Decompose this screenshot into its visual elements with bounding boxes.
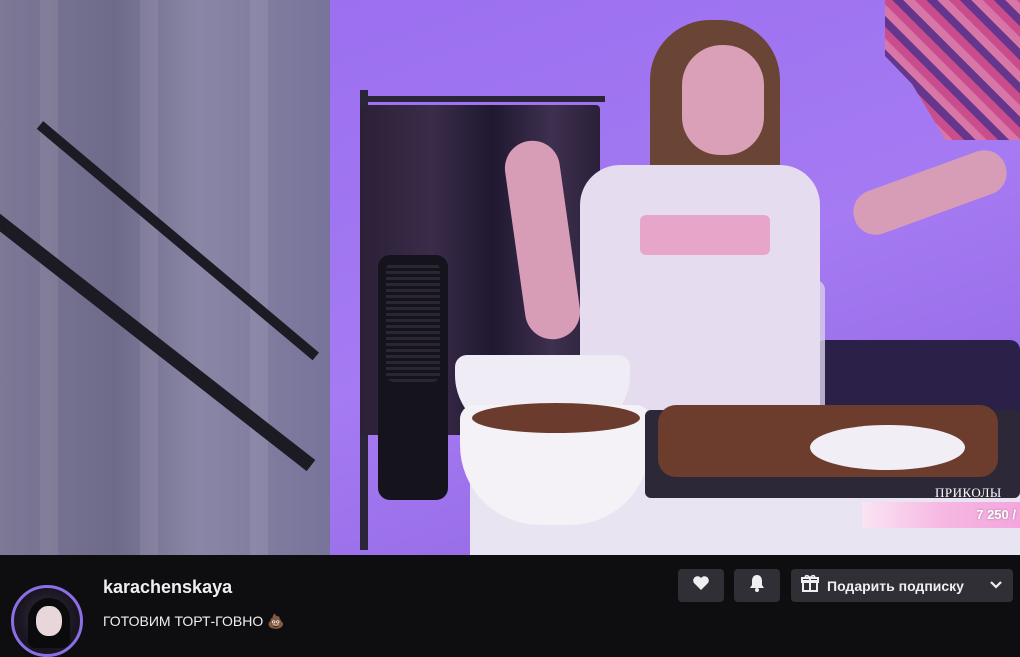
streamer-face [682,45,764,155]
cream-frosting [810,425,965,470]
gift-subscription-label: Подарить подписку [827,577,964,594]
microphone-grille [386,262,440,382]
goal-overlay-bar: 7 250 / [862,502,1020,528]
channel-info-bar: karachenskaya ГОТОВИМ ТОРТ-ГОВНО 💩 Подар… [0,555,1020,657]
bell-icon [749,574,765,597]
bowl-chocolate-batter [472,403,640,433]
video-player[interactable]: ПРИКОЛЫ 7 250 / [0,0,1020,555]
gift-subscription-button[interactable]: Подарить подписку [791,569,1013,602]
chevron-down-icon[interactable] [989,577,1003,595]
gift-icon [801,574,819,597]
notifications-button[interactable] [734,569,780,602]
goal-overlay-value: 7 250 / [976,507,1016,522]
stream-title: ГОТОВИМ ТОРТ-ГОВНО 💩 [103,613,285,629]
follow-button[interactable] [678,569,724,602]
curtain [0,0,330,555]
channel-name[interactable]: karachenskaya [103,577,232,598]
channel-avatar[interactable] [11,585,83,657]
heart-icon [692,575,710,596]
goal-overlay-label: ПРИКОЛЫ [935,485,1002,500]
shirt-print [640,215,770,255]
